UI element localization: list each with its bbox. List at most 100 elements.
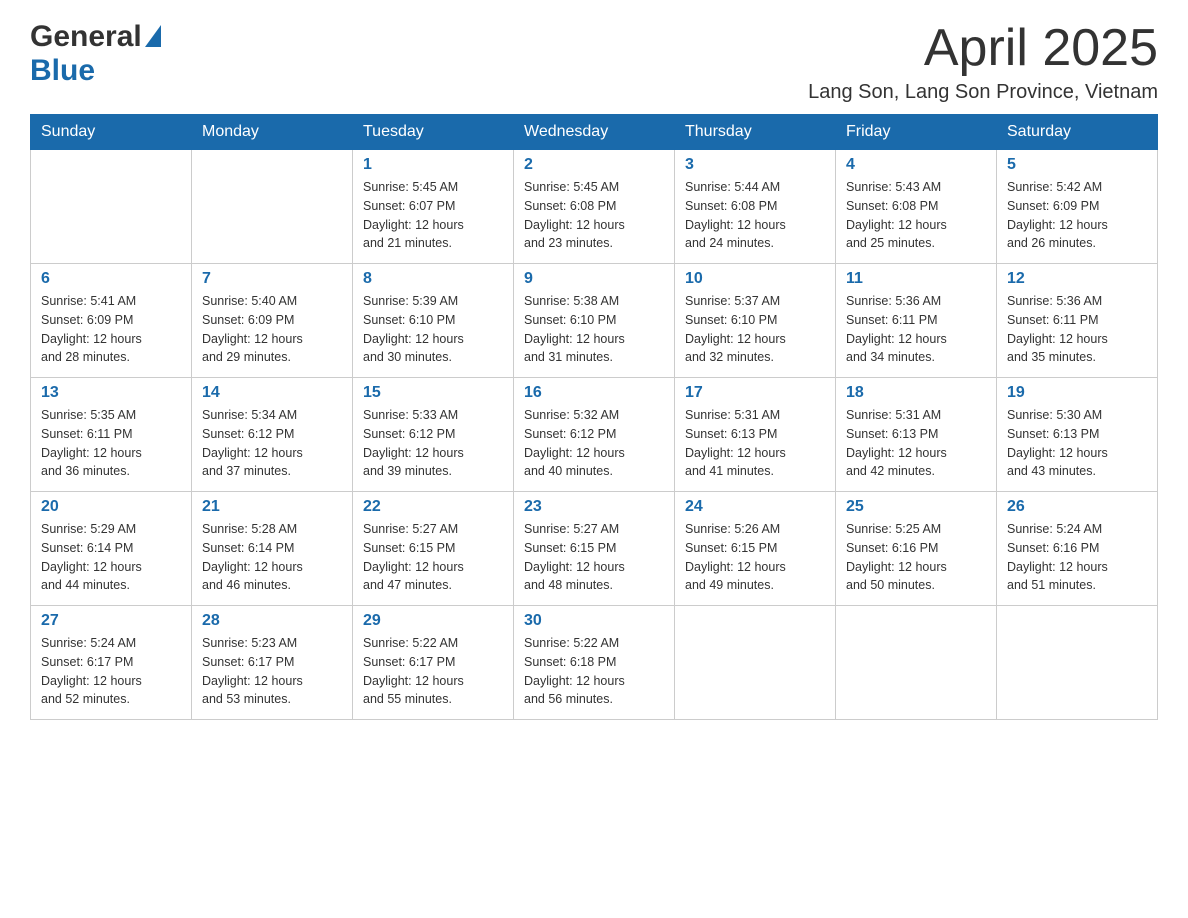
weekday-header-row: Sunday Monday Tuesday Wednesday Thursday… — [31, 115, 1158, 150]
day-number-9: 9 — [524, 270, 664, 288]
day-info-5: Sunrise: 5:42 AM Sunset: 6:09 PM Dayligh… — [1007, 178, 1147, 253]
day-number-17: 17 — [685, 384, 825, 402]
day-info-29: Sunrise: 5:22 AM Sunset: 6:17 PM Dayligh… — [363, 634, 503, 709]
day-number-25: 25 — [846, 498, 986, 516]
week-row-0: 1 Sunrise: 5:45 AM Sunset: 6:07 PM Daylig… — [31, 150, 1158, 264]
day-info-15: Sunrise: 5:33 AM Sunset: 6:12 PM Dayligh… — [363, 406, 503, 481]
day-info-18: Sunrise: 5:31 AM Sunset: 6:13 PM Dayligh… — [846, 406, 986, 481]
day-number-26: 26 — [1007, 498, 1147, 516]
day-cell-0-0 — [31, 150, 192, 264]
day-number-18: 18 — [846, 384, 986, 402]
day-number-10: 10 — [685, 270, 825, 288]
day-info-19: Sunrise: 5:30 AM Sunset: 6:13 PM Dayligh… — [1007, 406, 1147, 481]
day-info-16: Sunrise: 5:32 AM Sunset: 6:12 PM Dayligh… — [524, 406, 664, 481]
logo-triangle-icon — [145, 25, 161, 47]
day-info-28: Sunrise: 5:23 AM Sunset: 6:17 PM Dayligh… — [202, 634, 342, 709]
day-cell-0-3: 2 Sunrise: 5:45 AM Sunset: 6:08 PM Daylig… — [514, 150, 675, 264]
day-cell-3-0: 20Sunrise: 5:29 AM Sunset: 6:14 PM Dayli… — [31, 492, 192, 606]
day-number-15: 15 — [363, 384, 503, 402]
day-cell-0-2: 1 Sunrise: 5:45 AM Sunset: 6:07 PM Daylig… — [353, 150, 514, 264]
day-cell-2-1: 14Sunrise: 5:34 AM Sunset: 6:12 PM Dayli… — [192, 378, 353, 492]
day-number-24: 24 — [685, 498, 825, 516]
day-info-7: Sunrise: 5:40 AM Sunset: 6:09 PM Dayligh… — [202, 292, 342, 367]
day-info-20: Sunrise: 5:29 AM Sunset: 6:14 PM Dayligh… — [41, 520, 181, 595]
day-info-22: Sunrise: 5:27 AM Sunset: 6:15 PM Dayligh… — [363, 520, 503, 595]
day-cell-1-1: 7 Sunrise: 5:40 AM Sunset: 6:09 PM Daylig… — [192, 264, 353, 378]
day-cell-4-6 — [997, 606, 1158, 720]
day-cell-0-1 — [192, 150, 353, 264]
day-number-1: 1 — [363, 156, 503, 174]
day-info-2: Sunrise: 5:45 AM Sunset: 6:08 PM Dayligh… — [524, 178, 664, 253]
day-info-24: Sunrise: 5:26 AM Sunset: 6:15 PM Dayligh… — [685, 520, 825, 595]
day-info-8: Sunrise: 5:39 AM Sunset: 6:10 PM Dayligh… — [363, 292, 503, 367]
day-cell-1-3: 9 Sunrise: 5:38 AM Sunset: 6:10 PM Daylig… — [514, 264, 675, 378]
day-info-11: Sunrise: 5:36 AM Sunset: 6:11 PM Dayligh… — [846, 292, 986, 367]
day-cell-0-4: 3 Sunrise: 5:44 AM Sunset: 6:08 PM Daylig… — [675, 150, 836, 264]
header-friday: Friday — [836, 115, 997, 150]
day-number-4: 4 — [846, 156, 986, 174]
header-wednesday: Wednesday — [514, 115, 675, 150]
day-number-23: 23 — [524, 498, 664, 516]
header-sunday: Sunday — [31, 115, 192, 150]
header-thursday: Thursday — [675, 115, 836, 150]
day-cell-4-5 — [836, 606, 997, 720]
day-cell-4-0: 27 Sunrise: 5:24 AM Sunset: 6:17 PM Dayli… — [31, 606, 192, 720]
day-number-6: 6 — [41, 270, 181, 288]
day-cell-3-3: 23 Sunrise: 5:27 AM Sunset: 6:15 PM Dayli… — [514, 492, 675, 606]
logo: General Blue — [30, 20, 161, 88]
location-title: Lang Son, Lang Son Province, Vietnam — [808, 81, 1158, 104]
page-header: General Blue April 2025 Lang Son, Lang S… — [30, 20, 1158, 104]
day-number-7: 7 — [202, 270, 342, 288]
day-number-28: 28 — [202, 612, 342, 630]
day-info-23: Sunrise: 5:27 AM Sunset: 6:15 PM Dayligh… — [524, 520, 664, 595]
day-cell-4-3: 30 Sunrise: 5:22 AM Sunset: 6:18 PM Dayli… — [514, 606, 675, 720]
day-cell-2-0: 13Sunrise: 5:35 AM Sunset: 6:11 PM Dayli… — [31, 378, 192, 492]
day-number-29: 29 — [363, 612, 503, 630]
day-cell-1-0: 6Sunrise: 5:41 AM Sunset: 6:09 PM Daylig… — [31, 264, 192, 378]
day-info-4: Sunrise: 5:43 AM Sunset: 6:08 PM Dayligh… — [846, 178, 986, 253]
day-info-13: Sunrise: 5:35 AM Sunset: 6:11 PM Dayligh… — [41, 406, 181, 481]
day-number-3: 3 — [685, 156, 825, 174]
day-number-8: 8 — [363, 270, 503, 288]
day-number-5: 5 — [1007, 156, 1147, 174]
day-info-9: Sunrise: 5:38 AM Sunset: 6:10 PM Dayligh… — [524, 292, 664, 367]
day-cell-2-5: 18 Sunrise: 5:31 AM Sunset: 6:13 PM Dayli… — [836, 378, 997, 492]
logo-general: General — [30, 20, 142, 54]
day-info-27: Sunrise: 5:24 AM Sunset: 6:17 PM Dayligh… — [41, 634, 181, 709]
header-tuesday: Tuesday — [353, 115, 514, 150]
calendar-table: Sunday Monday Tuesday Wednesday Thursday… — [30, 114, 1158, 720]
day-number-2: 2 — [524, 156, 664, 174]
day-cell-1-6: 12Sunrise: 5:36 AM Sunset: 6:11 PM Dayli… — [997, 264, 1158, 378]
day-cell-0-5: 4 Sunrise: 5:43 AM Sunset: 6:08 PM Daylig… — [836, 150, 997, 264]
day-cell-1-2: 8 Sunrise: 5:39 AM Sunset: 6:10 PM Daylig… — [353, 264, 514, 378]
day-number-21: 21 — [202, 498, 342, 516]
day-info-30: Sunrise: 5:22 AM Sunset: 6:18 PM Dayligh… — [524, 634, 664, 709]
week-row-4: 27 Sunrise: 5:24 AM Sunset: 6:17 PM Dayli… — [31, 606, 1158, 720]
day-info-14: Sunrise: 5:34 AM Sunset: 6:12 PM Dayligh… — [202, 406, 342, 481]
day-info-1: Sunrise: 5:45 AM Sunset: 6:07 PM Dayligh… — [363, 178, 503, 253]
day-cell-4-4 — [675, 606, 836, 720]
day-cell-3-1: 21 Sunrise: 5:28 AM Sunset: 6:14 PM Dayli… — [192, 492, 353, 606]
day-cell-1-5: 11Sunrise: 5:36 AM Sunset: 6:11 PM Dayli… — [836, 264, 997, 378]
day-info-25: Sunrise: 5:25 AM Sunset: 6:16 PM Dayligh… — [846, 520, 986, 595]
day-number-27: 27 — [41, 612, 181, 630]
day-info-21: Sunrise: 5:28 AM Sunset: 6:14 PM Dayligh… — [202, 520, 342, 595]
day-cell-3-5: 25 Sunrise: 5:25 AM Sunset: 6:16 PM Dayli… — [836, 492, 997, 606]
day-cell-2-6: 19Sunrise: 5:30 AM Sunset: 6:13 PM Dayli… — [997, 378, 1158, 492]
day-cell-0-6: 5 Sunrise: 5:42 AM Sunset: 6:09 PM Daylig… — [997, 150, 1158, 264]
day-info-10: Sunrise: 5:37 AM Sunset: 6:10 PM Dayligh… — [685, 292, 825, 367]
day-cell-4-2: 29 Sunrise: 5:22 AM Sunset: 6:17 PM Dayli… — [353, 606, 514, 720]
day-number-30: 30 — [524, 612, 664, 630]
day-cell-2-3: 16Sunrise: 5:32 AM Sunset: 6:12 PM Dayli… — [514, 378, 675, 492]
day-cell-4-1: 28 Sunrise: 5:23 AM Sunset: 6:17 PM Dayli… — [192, 606, 353, 720]
day-info-17: Sunrise: 5:31 AM Sunset: 6:13 PM Dayligh… — [685, 406, 825, 481]
day-info-3: Sunrise: 5:44 AM Sunset: 6:08 PM Dayligh… — [685, 178, 825, 253]
title-section: April 2025 Lang Son, Lang Son Province, … — [808, 20, 1158, 104]
day-cell-3-4: 24 Sunrise: 5:26 AM Sunset: 6:15 PM Dayli… — [675, 492, 836, 606]
day-info-12: Sunrise: 5:36 AM Sunset: 6:11 PM Dayligh… — [1007, 292, 1147, 367]
day-number-22: 22 — [363, 498, 503, 516]
week-row-3: 20Sunrise: 5:29 AM Sunset: 6:14 PM Dayli… — [31, 492, 1158, 606]
day-cell-1-4: 10 Sunrise: 5:37 AM Sunset: 6:10 PM Dayli… — [675, 264, 836, 378]
day-cell-2-4: 17 Sunrise: 5:31 AM Sunset: 6:13 PM Dayli… — [675, 378, 836, 492]
month-title: April 2025 — [808, 20, 1158, 77]
